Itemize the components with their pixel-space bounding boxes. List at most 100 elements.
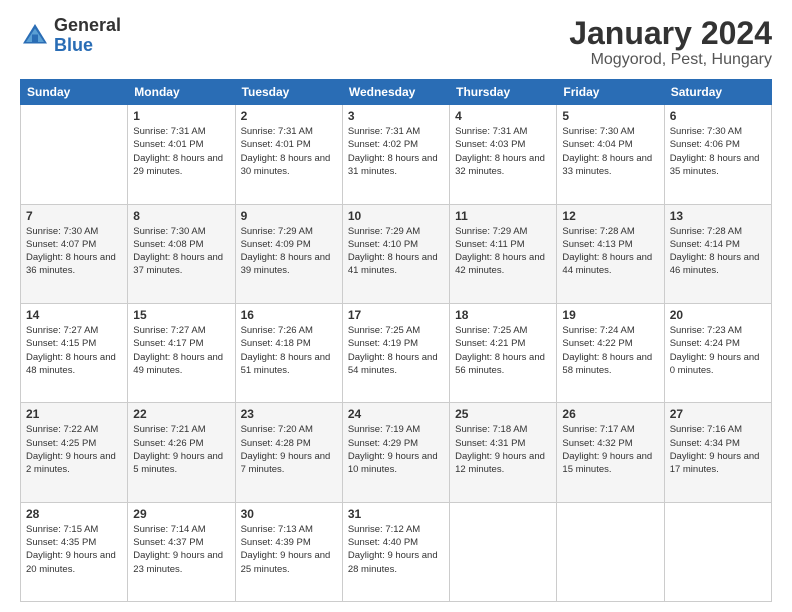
calendar-day-cell: 16Sunrise: 7:26 AM Sunset: 4:18 PM Dayli… (235, 303, 342, 402)
calendar-day-cell: 14 Sunrise: 7:27 AM Sunset: 4:15 PM Dayli… (21, 303, 128, 402)
calendar-day-cell: 22 Sunrise: 7:21 AM Sunset: 4:26 PM Dayli… (128, 403, 235, 502)
calendar-table: SundayMondayTuesdayWednesdayThursdayFrid… (20, 79, 772, 602)
day-info: Sunrise: 7:14 AM Sunset: 4:37 PM Dayligh… (133, 523, 229, 576)
day-info: Sunrise: 7:17 AM Sunset: 4:32 PM Dayligh… (562, 423, 658, 476)
calendar-header-row: SundayMondayTuesdayWednesdayThursdayFrid… (21, 80, 772, 105)
calendar-day-cell (557, 502, 664, 601)
day-number: 11 (455, 209, 551, 223)
calendar-day-cell: 24 Sunrise: 7:19 AM Sunset: 4:29 PM Dayli… (342, 403, 449, 502)
day-info: Sunrise: 7:18 AM Sunset: 4:31 PM Dayligh… (455, 423, 551, 476)
calendar-week-row: 21Sunrise: 7:22 AM Sunset: 4:25 PM Dayli… (21, 403, 772, 502)
calendar-week-row: 28 Sunrise: 7:15 AM Sunset: 4:35 PM Dayli… (21, 502, 772, 601)
day-number: 27 (670, 407, 766, 421)
calendar-day-cell (450, 502, 557, 601)
day-info: Sunrise: 7:30 AM Sunset: 4:06 PM Dayligh… (670, 125, 766, 178)
logo-icon (20, 21, 50, 51)
calendar-day-cell: 30 Sunrise: 7:13 AM Sunset: 4:39 PM Dayli… (235, 502, 342, 601)
logo-general-text: General (54, 16, 121, 36)
calendar-day-cell: 10Sunrise: 7:29 AM Sunset: 4:10 PM Dayli… (342, 204, 449, 303)
day-number: 12 (562, 209, 658, 223)
day-number: 25 (455, 407, 551, 421)
day-info: Sunrise: 7:28 AM Sunset: 4:14 PM Dayligh… (670, 225, 766, 278)
calendar-day-cell: 19Sunrise: 7:24 AM Sunset: 4:22 PM Dayli… (557, 303, 664, 402)
day-number: 19 (562, 308, 658, 322)
calendar-day-cell: 11Sunrise: 7:29 AM Sunset: 4:11 PM Dayli… (450, 204, 557, 303)
calendar-week-row: 7Sunrise: 7:30 AM Sunset: 4:07 PM Daylig… (21, 204, 772, 303)
day-info: Sunrise: 7:31 AM Sunset: 4:03 PM Dayligh… (455, 125, 551, 178)
calendar-day-cell: 12 Sunrise: 7:28 AM Sunset: 4:13 PM Dayli… (557, 204, 664, 303)
logo: General Blue (20, 16, 121, 56)
day-number: 1 (133, 109, 229, 123)
calendar-day-cell: 29 Sunrise: 7:14 AM Sunset: 4:37 PM Dayli… (128, 502, 235, 601)
day-number: 30 (241, 507, 337, 521)
weekday-header: Monday (128, 80, 235, 105)
calendar-day-cell: 25 Sunrise: 7:18 AM Sunset: 4:31 PM Dayli… (450, 403, 557, 502)
day-number: 29 (133, 507, 229, 521)
calendar-day-cell: 15 Sunrise: 7:27 AM Sunset: 4:17 PM Dayli… (128, 303, 235, 402)
calendar-day-cell: 7Sunrise: 7:30 AM Sunset: 4:07 PM Daylig… (21, 204, 128, 303)
day-info: Sunrise: 7:25 AM Sunset: 4:21 PM Dayligh… (455, 324, 551, 377)
day-info: Sunrise: 7:30 AM Sunset: 4:04 PM Dayligh… (562, 125, 658, 178)
calendar-week-row: 14 Sunrise: 7:27 AM Sunset: 4:15 PM Dayli… (21, 303, 772, 402)
weekday-header: Friday (557, 80, 664, 105)
day-info: Sunrise: 7:16 AM Sunset: 4:34 PM Dayligh… (670, 423, 766, 476)
day-number: 31 (348, 507, 444, 521)
calendar-day-cell: 6Sunrise: 7:30 AM Sunset: 4:06 PM Daylig… (664, 105, 771, 204)
calendar-day-cell: 23 Sunrise: 7:20 AM Sunset: 4:28 PM Dayli… (235, 403, 342, 502)
weekday-header: Saturday (664, 80, 771, 105)
day-info: Sunrise: 7:15 AM Sunset: 4:35 PM Dayligh… (26, 523, 122, 576)
day-info: Sunrise: 7:31 AM Sunset: 4:02 PM Dayligh… (348, 125, 444, 178)
day-info: Sunrise: 7:28 AM Sunset: 4:13 PM Dayligh… (562, 225, 658, 278)
calendar-day-cell: 31 Sunrise: 7:12 AM Sunset: 4:40 PM Dayli… (342, 502, 449, 601)
day-info: Sunrise: 7:12 AM Sunset: 4:40 PM Dayligh… (348, 523, 444, 576)
weekday-header: Thursday (450, 80, 557, 105)
day-info: Sunrise: 7:21 AM Sunset: 4:26 PM Dayligh… (133, 423, 229, 476)
weekday-header: Sunday (21, 80, 128, 105)
day-info: Sunrise: 7:25 AM Sunset: 4:19 PM Dayligh… (348, 324, 444, 377)
calendar-day-cell (664, 502, 771, 601)
day-number: 22 (133, 407, 229, 421)
header: General Blue January 2024 Mogyorod, Pest… (20, 16, 772, 69)
calendar-day-cell: 17 Sunrise: 7:25 AM Sunset: 4:19 PM Dayli… (342, 303, 449, 402)
calendar-week-row: 1 Sunrise: 7:31 AM Sunset: 4:01 PM Daylig… (21, 105, 772, 204)
day-number: 28 (26, 507, 122, 521)
day-number: 16 (241, 308, 337, 322)
day-info: Sunrise: 7:31 AM Sunset: 4:01 PM Dayligh… (133, 125, 229, 178)
day-number: 14 (26, 308, 122, 322)
day-number: 4 (455, 109, 551, 123)
calendar-day-cell: 21Sunrise: 7:22 AM Sunset: 4:25 PM Dayli… (21, 403, 128, 502)
day-info: Sunrise: 7:27 AM Sunset: 4:15 PM Dayligh… (26, 324, 122, 377)
calendar-day-cell: 3 Sunrise: 7:31 AM Sunset: 4:02 PM Daylig… (342, 105, 449, 204)
day-info: Sunrise: 7:20 AM Sunset: 4:28 PM Dayligh… (241, 423, 337, 476)
day-info: Sunrise: 7:23 AM Sunset: 4:24 PM Dayligh… (670, 324, 766, 377)
day-number: 3 (348, 109, 444, 123)
day-number: 7 (26, 209, 122, 223)
day-number: 9 (241, 209, 337, 223)
day-number: 24 (348, 407, 444, 421)
day-number: 15 (133, 308, 229, 322)
page: General Blue January 2024 Mogyorod, Pest… (0, 0, 792, 612)
day-info: Sunrise: 7:19 AM Sunset: 4:29 PM Dayligh… (348, 423, 444, 476)
calendar-day-cell: 1 Sunrise: 7:31 AM Sunset: 4:01 PM Daylig… (128, 105, 235, 204)
day-number: 17 (348, 308, 444, 322)
logo-text: General Blue (54, 16, 121, 56)
page-subtitle: Mogyorod, Pest, Hungary (569, 51, 772, 69)
calendar-day-cell: 5Sunrise: 7:30 AM Sunset: 4:04 PM Daylig… (557, 105, 664, 204)
calendar-day-cell: 28 Sunrise: 7:15 AM Sunset: 4:35 PM Dayli… (21, 502, 128, 601)
weekday-header: Tuesday (235, 80, 342, 105)
title-block: January 2024 Mogyorod, Pest, Hungary (569, 16, 772, 69)
day-info: Sunrise: 7:27 AM Sunset: 4:17 PM Dayligh… (133, 324, 229, 377)
day-number: 23 (241, 407, 337, 421)
day-info: Sunrise: 7:13 AM Sunset: 4:39 PM Dayligh… (241, 523, 337, 576)
calendar-day-cell: 9 Sunrise: 7:29 AM Sunset: 4:09 PM Daylig… (235, 204, 342, 303)
day-number: 21 (26, 407, 122, 421)
calendar-day-cell: 13 Sunrise: 7:28 AM Sunset: 4:14 PM Dayli… (664, 204, 771, 303)
day-number: 26 (562, 407, 658, 421)
logo-blue-text: Blue (54, 36, 121, 56)
day-number: 13 (670, 209, 766, 223)
calendar-day-cell: 20Sunrise: 7:23 AM Sunset: 4:24 PM Dayli… (664, 303, 771, 402)
day-info: Sunrise: 7:31 AM Sunset: 4:01 PM Dayligh… (241, 125, 337, 178)
page-title: January 2024 (569, 16, 772, 51)
day-info: Sunrise: 7:29 AM Sunset: 4:09 PM Dayligh… (241, 225, 337, 278)
day-number: 18 (455, 308, 551, 322)
